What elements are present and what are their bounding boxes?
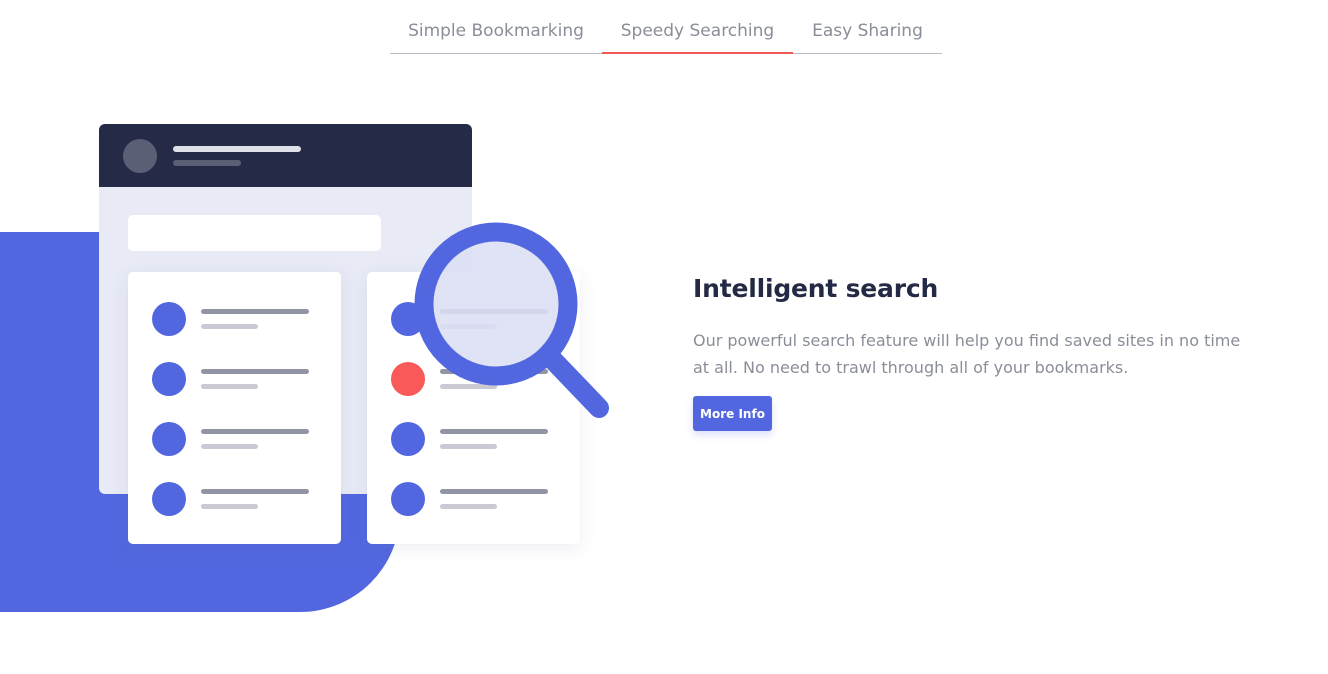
avatar <box>123 139 157 173</box>
speedy-searching-illustration <box>0 124 609 612</box>
search-bar <box>128 215 381 251</box>
highlighted-result-dot <box>391 362 425 396</box>
more-info-button[interactable]: More Info <box>693 396 772 431</box>
feature-description: Our powerful search feature will help yo… <box>693 331 1241 377</box>
tab-easy-sharing[interactable]: Easy Sharing <box>793 0 942 53</box>
feature-title: Intelligent search <box>693 274 939 303</box>
features-section: Simple Bookmarking Speedy Searching Easy… <box>0 0 1328 674</box>
